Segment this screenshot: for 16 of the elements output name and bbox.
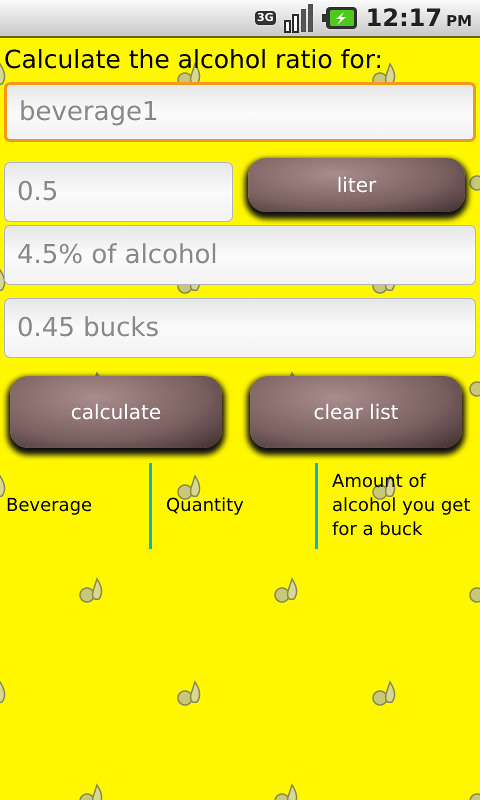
column-header: Amount of alcohol you get for a buck	[331, 470, 472, 542]
clock-period: PM	[446, 11, 472, 32]
push-button[interactable]: liter	[248, 158, 465, 212]
column-header: Beverage	[5, 494, 92, 518]
battery-icon	[322, 6, 358, 30]
input-field[interactable]: 4.5% of alcohol	[4, 225, 476, 285]
input-field[interactable]: 0.45 bucks	[4, 298, 476, 358]
input-field[interactable]: 0.5	[4, 162, 233, 222]
push-button[interactable]: calculate	[10, 376, 222, 448]
network-badge: 3G	[254, 11, 276, 25]
signal-icon	[284, 3, 314, 33]
push-button[interactable]: clear list	[250, 376, 462, 448]
column-header: Quantity	[165, 494, 244, 518]
clock-time: 12:17	[366, 3, 442, 34]
input-field[interactable]: beverage1	[4, 82, 476, 142]
page-title: Calculate the alcohol ratio for:	[3, 44, 384, 76]
